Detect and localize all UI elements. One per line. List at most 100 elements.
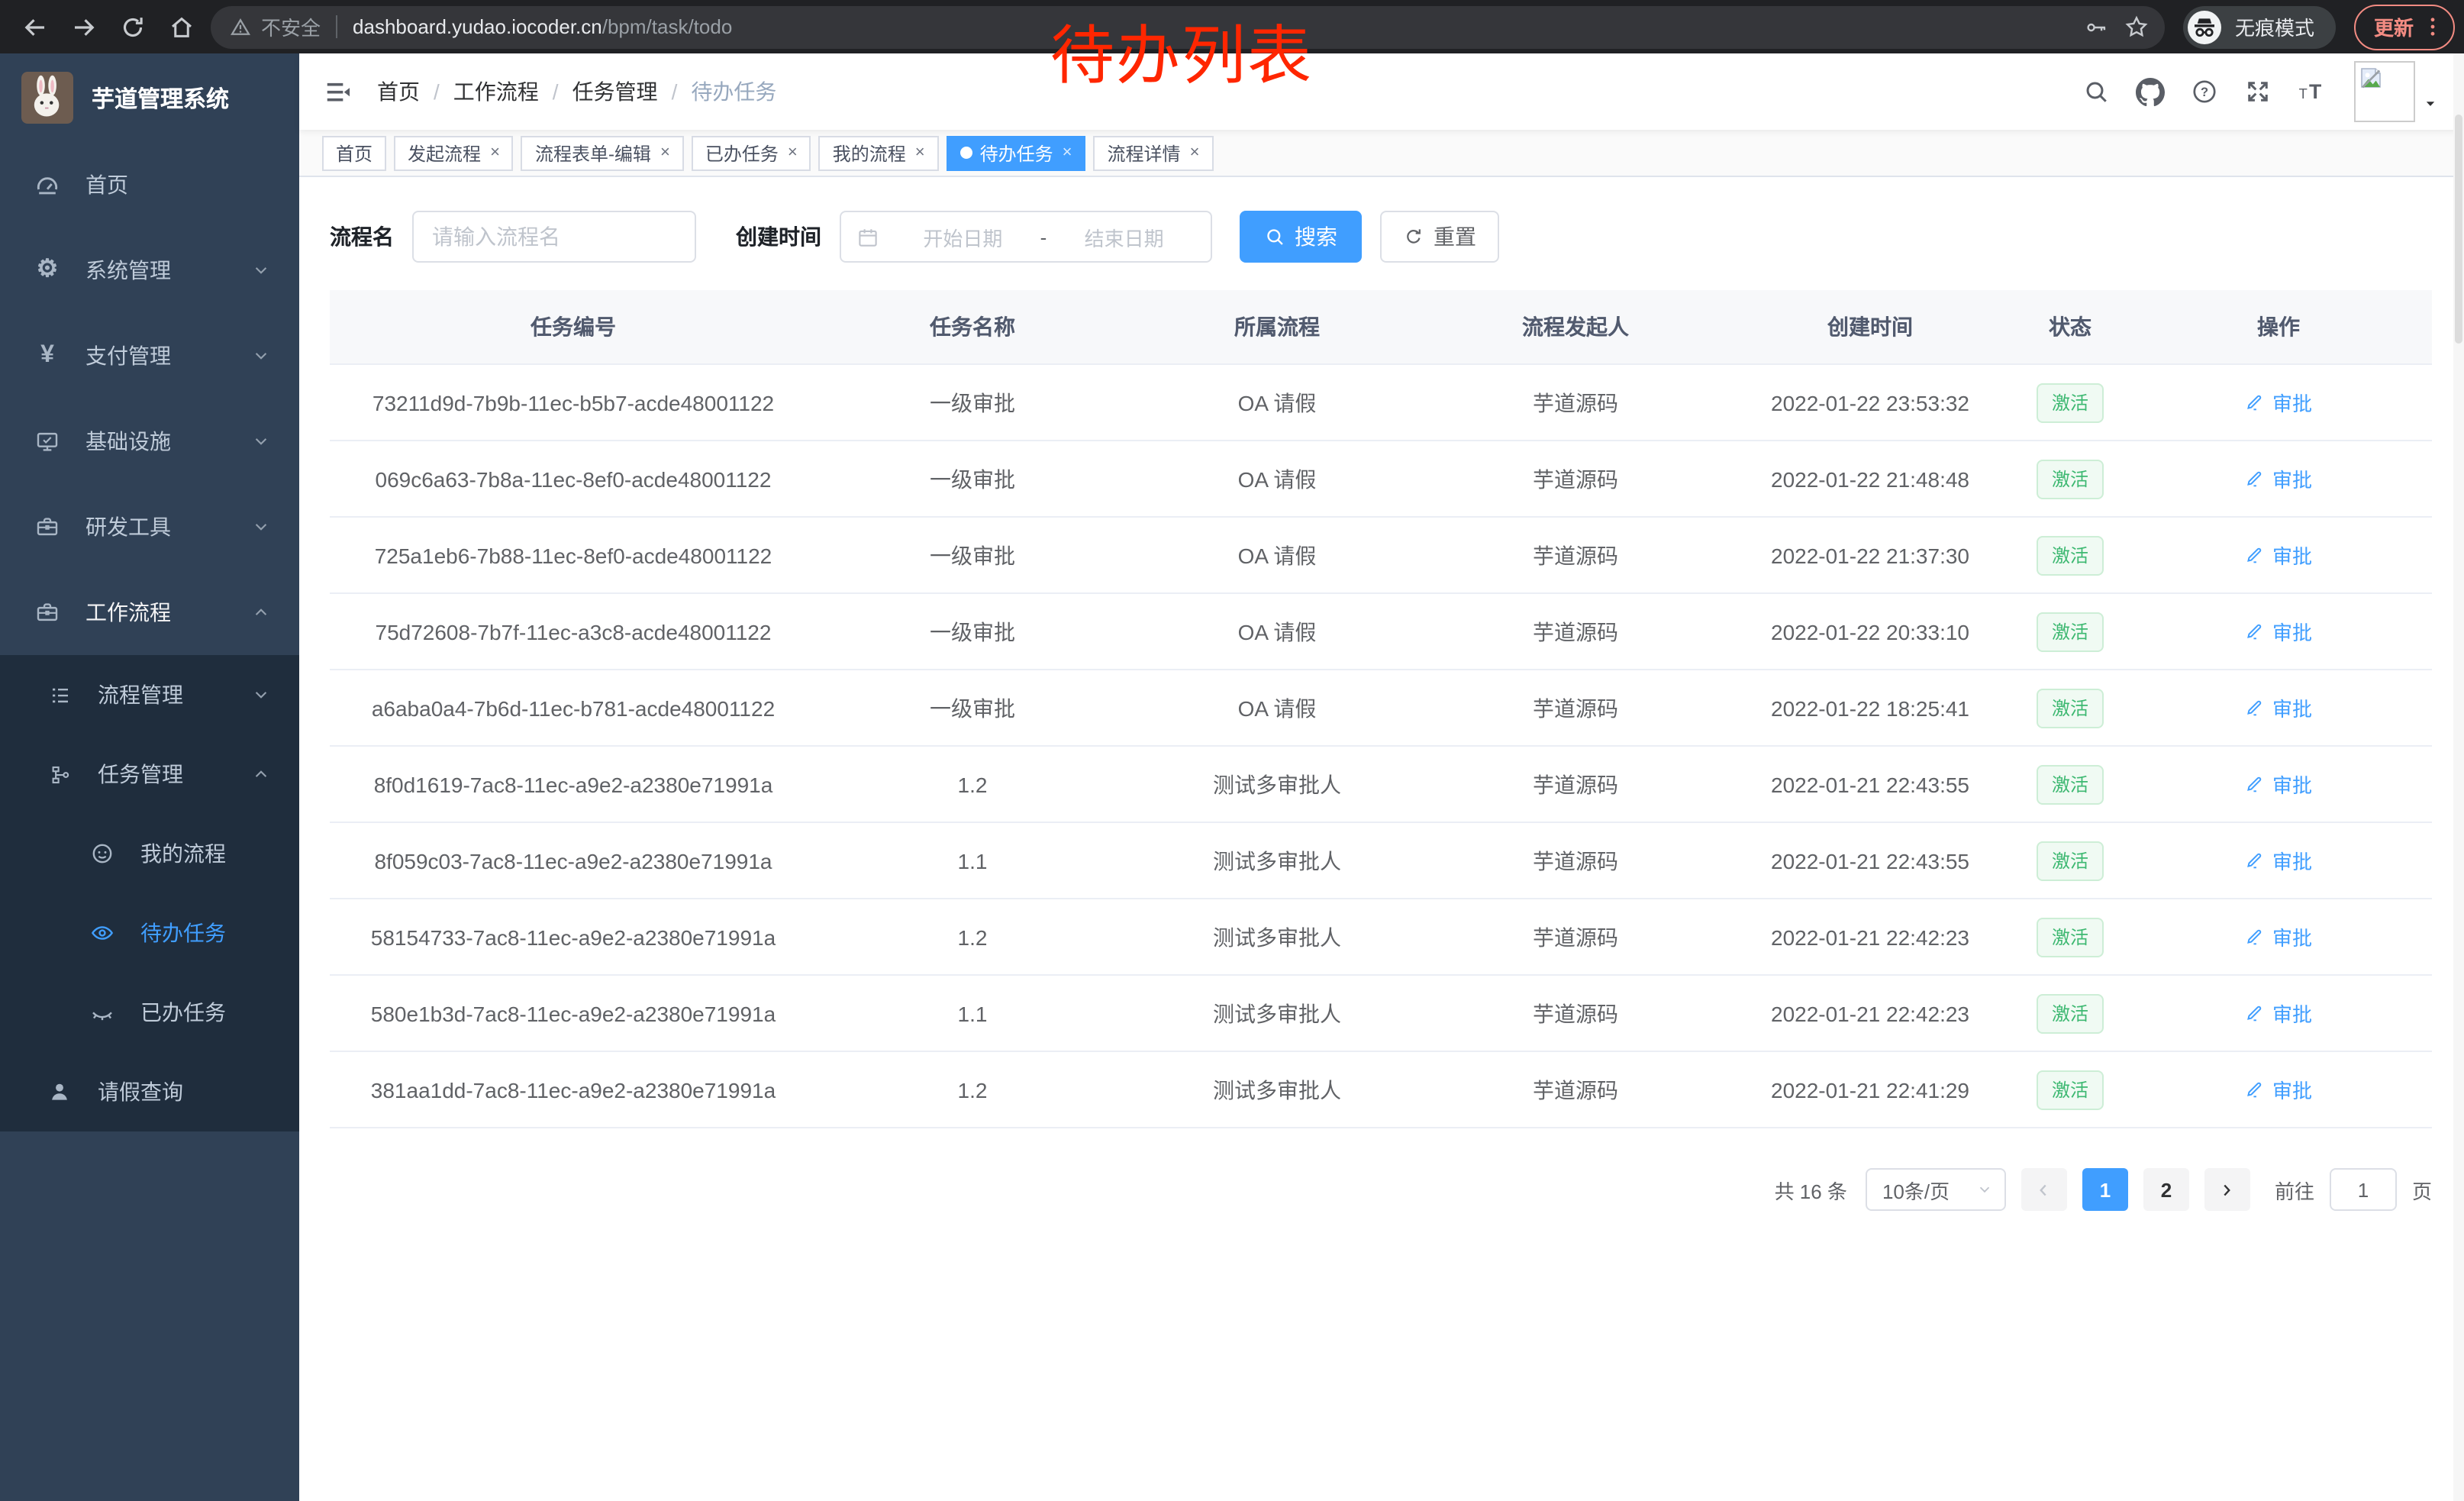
date-range-input[interactable]: 开始日期 - 结束日期	[840, 211, 1212, 263]
eye-open-icon	[89, 921, 116, 945]
pencil-icon	[2245, 545, 2265, 565]
sidebar-item-system[interactable]: ⚙ 系统管理	[0, 228, 299, 313]
tab-form-edit[interactable]: 流程表单-编辑×	[521, 135, 684, 170]
start-date-placeholder: 开始日期	[892, 222, 1034, 251]
screen: 不安全 dashboard.yudao.iocoder.cn/bpm/task/…	[0, 0, 2464, 1501]
forward-icon[interactable]	[64, 7, 104, 47]
yen-icon: ¥	[34, 344, 61, 368]
browser-update-button[interactable]: 更新	[2354, 4, 2455, 50]
sidebar-item-todo-tasks[interactable]: 待办任务	[0, 893, 299, 973]
goto-suffix: 页	[2412, 1175, 2432, 1204]
sidebar-item-payment[interactable]: ¥ 支付管理	[0, 313, 299, 399]
app-logo: 芋道管理系统	[0, 53, 299, 142]
warning-icon	[229, 15, 252, 38]
sidebar-item-infra[interactable]: 基础设施	[0, 399, 299, 484]
col-created: 创建时间	[1725, 290, 2015, 364]
key-icon[interactable]	[2084, 15, 2108, 39]
chevron-down-icon	[250, 431, 272, 452]
app-title: 芋道管理系统	[92, 82, 229, 114]
tab-done-tasks[interactable]: 已办任务×	[692, 135, 811, 170]
avatar[interactable]	[2354, 61, 2440, 122]
table-row: 069c6a63-7b8a-11ec-8ef0-acde48001122 一级审…	[330, 441, 2432, 517]
page-size-select[interactable]: 10条/页	[1866, 1168, 2006, 1211]
browser-menu-icon[interactable]	[2420, 14, 2446, 40]
tab-home[interactable]: 首页	[322, 135, 386, 170]
help-icon[interactable]	[2191, 78, 2218, 105]
pencil-icon	[2245, 1003, 2265, 1023]
status-badge: 激活	[2037, 535, 2104, 575]
status-badge: 激活	[2037, 688, 2104, 728]
github-icon[interactable]	[2136, 77, 2165, 106]
search-button[interactable]: 搜索	[1240, 211, 1362, 263]
status-badge: 激活	[2037, 612, 2104, 651]
chevron-down-icon	[250, 345, 272, 366]
goto-page-input[interactable]	[2330, 1168, 2397, 1211]
breadcrumb-workflow[interactable]: 工作流程	[453, 76, 539, 107]
sidebar-item-done-tasks[interactable]: 已办任务	[0, 973, 299, 1052]
breadcrumb: 首页 / 工作流程 / 任务管理 / 待办任务	[377, 76, 776, 107]
pagination-total: 共 16 条	[1775, 1175, 1847, 1204]
approve-button[interactable]: 审批	[2245, 388, 2312, 417]
breadcrumb-home[interactable]: 首页	[377, 76, 420, 107]
prev-page-button[interactable]	[2021, 1168, 2067, 1211]
sidebar-item-task-mgmt[interactable]: 任务管理	[0, 734, 299, 814]
table-row: 8f0d1619-7ac8-11ec-a9e2-a2380e71991a 1.2…	[330, 746, 2432, 822]
table-row: 580e1b3d-7ac8-11ec-a9e2-a2380e71991a 1.1…	[330, 975, 2432, 1051]
status-badge: 激活	[2037, 1070, 2104, 1109]
col-process: 所属流程	[1128, 290, 1426, 364]
table-row: 8f059c03-7ac8-11ec-a9e2-a2380e71991a 1.1…	[330, 822, 2432, 899]
pencil-icon	[2245, 774, 2265, 794]
sidebar-item-workflow[interactable]: 工作流程	[0, 570, 299, 655]
sidebar-item-process-mgmt[interactable]: 流程管理	[0, 655, 299, 734]
tab-my-process[interactable]: 我的流程×	[819, 135, 939, 170]
tab-todo-tasks[interactable]: 待办任务×	[947, 135, 1086, 170]
search-icon	[1264, 226, 1285, 247]
approve-button[interactable]: 审批	[2245, 464, 2312, 493]
approve-button[interactable]: 审批	[2245, 770, 2312, 799]
status-badge: 激活	[2037, 764, 2104, 804]
col-actions: 操作	[2125, 290, 2432, 364]
approve-button[interactable]: 审批	[2245, 693, 2312, 722]
back-icon[interactable]	[15, 7, 55, 47]
reset-button[interactable]: 重置	[1380, 211, 1499, 263]
approve-button[interactable]: 审批	[2245, 922, 2312, 951]
sidebar-menu: 首页 ⚙ 系统管理 ¥ 支付管理 基础设施	[0, 142, 299, 1131]
close-tab-icon[interactable]: ×	[1190, 144, 1200, 162]
sidebar-item-home[interactable]: 首页	[0, 142, 299, 228]
incognito-icon	[2186, 8, 2223, 45]
reload-icon[interactable]	[113, 7, 153, 47]
tab-process-detail[interactable]: 流程详情×	[1094, 135, 1214, 170]
close-tab-icon[interactable]: ×	[1063, 144, 1072, 162]
approve-button[interactable]: 审批	[2245, 1075, 2312, 1104]
cell-task-id: 75d72608-7b7f-11ec-a3c8-acde48001122	[330, 593, 817, 670]
monitor-icon	[34, 429, 61, 454]
pencil-icon	[2245, 927, 2265, 947]
process-name-input[interactable]	[412, 211, 696, 263]
close-tab-icon[interactable]: ×	[660, 144, 670, 162]
tab-start-process[interactable]: 发起流程×	[394, 135, 514, 170]
chevron-down-icon	[250, 684, 272, 705]
sidebar-item-leave-query[interactable]: 请假查询	[0, 1052, 299, 1131]
search-icon[interactable]	[2082, 78, 2110, 105]
hamburger-icon[interactable]	[324, 77, 353, 106]
page-button-1[interactable]: 1	[2082, 1168, 2128, 1211]
approve-button[interactable]: 审批	[2245, 541, 2312, 570]
status-badge: 激活	[2037, 383, 2104, 422]
approve-button[interactable]: 审批	[2245, 999, 2312, 1028]
breadcrumb-task-mgmt[interactable]: 任务管理	[572, 76, 658, 107]
sidebar-item-my-process[interactable]: 我的流程	[0, 814, 299, 893]
sidebar-item-devtools[interactable]: 研发工具	[0, 484, 299, 570]
url-bar[interactable]: 不安全 dashboard.yudao.iocoder.cn/bpm/task/…	[211, 5, 2165, 48]
approve-button[interactable]: 审批	[2245, 617, 2312, 646]
home-icon[interactable]	[162, 7, 202, 47]
close-tab-icon[interactable]: ×	[915, 144, 925, 162]
approve-button[interactable]: 审批	[2245, 846, 2312, 875]
font-size-icon[interactable]	[2298, 76, 2328, 107]
page-button-2[interactable]: 2	[2143, 1168, 2189, 1211]
star-icon[interactable]	[2124, 14, 2150, 40]
fullscreen-icon[interactable]	[2244, 78, 2272, 105]
close-tab-icon[interactable]: ×	[490, 144, 500, 162]
next-page-button[interactable]	[2204, 1168, 2250, 1211]
close-tab-icon[interactable]: ×	[788, 144, 798, 162]
page-scrollbar[interactable]	[2453, 53, 2464, 1501]
